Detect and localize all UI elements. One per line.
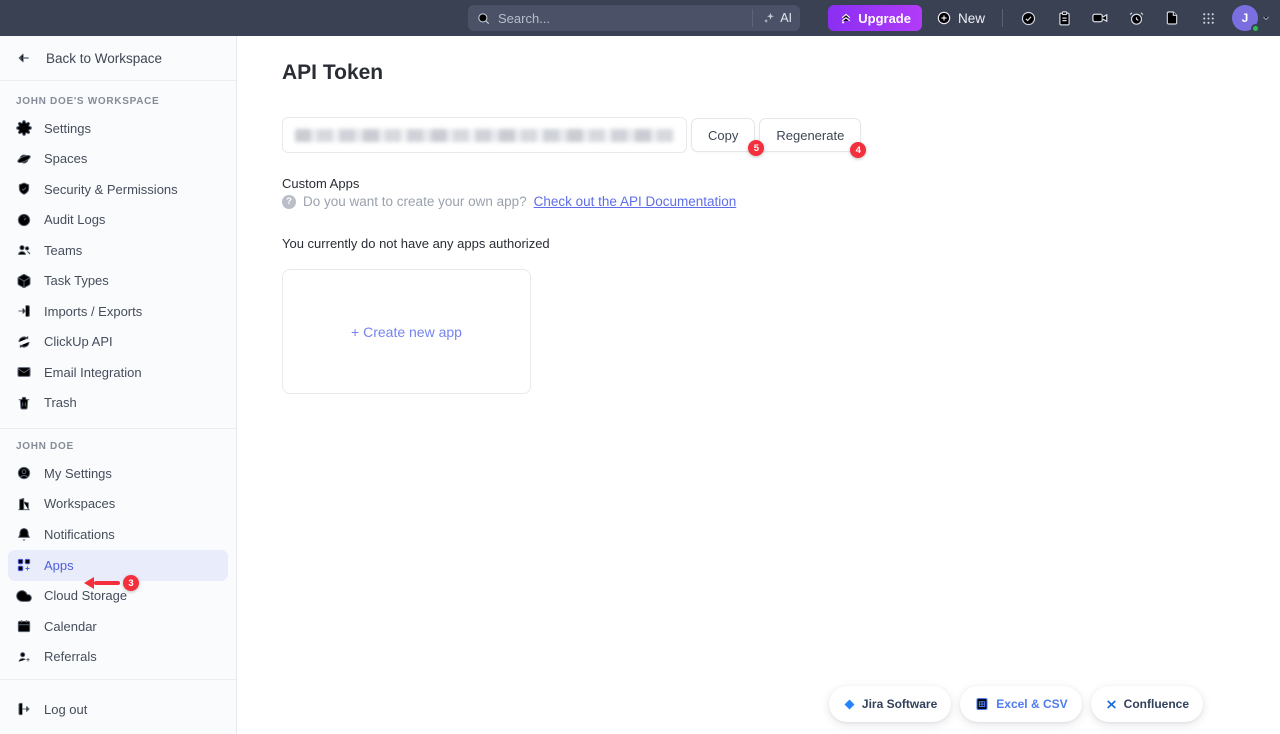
excel-csv-button[interactable]: Excel & CSV xyxy=(960,686,1081,722)
calendar-icon xyxy=(16,618,32,634)
custom-apps-heading: Custom Apps xyxy=(282,176,359,191)
annotation-arrow-line xyxy=(94,581,120,585)
sidebar-item-workspaces[interactable]: Workspaces xyxy=(0,489,236,520)
people-icon xyxy=(16,242,32,258)
settings-sidebar: Back to Workspace JOHN DOE'S WORKSPACE S… xyxy=(0,36,237,734)
buildings-icon xyxy=(16,496,32,512)
cloud-icon xyxy=(16,588,32,604)
annotation-arrow-apps: 3 xyxy=(84,575,139,591)
upgrade-label: Upgrade xyxy=(858,11,911,26)
sidebar-item-email-integration[interactable]: Email Integration xyxy=(0,357,236,388)
check-circle-icon[interactable] xyxy=(1014,4,1042,32)
excel-icon xyxy=(974,696,990,712)
api-documentation-link[interactable]: Check out the API Documentation xyxy=(534,194,737,209)
avatar[interactable]: J xyxy=(1232,5,1258,31)
custom-apps-help-line: ? Do you want to create your own app? Ch… xyxy=(282,194,736,209)
upgrade-button[interactable]: Upgrade xyxy=(828,5,922,31)
sidebar-item-referrals[interactable]: Referrals xyxy=(0,642,236,673)
new-label: New xyxy=(958,11,985,26)
ai-button[interactable]: AI xyxy=(752,9,792,27)
create-new-app-button[interactable]: + Create new app xyxy=(282,269,531,394)
search-icon xyxy=(476,11,491,26)
trash-icon xyxy=(16,395,32,411)
cube-icon xyxy=(16,273,32,289)
sync-api-icon xyxy=(16,334,32,350)
sidebar-item-trash[interactable]: Trash xyxy=(0,388,236,419)
logout-icon xyxy=(16,701,32,717)
annotation-badge-4: 4 xyxy=(850,142,866,158)
confluence-button[interactable]: Confluence xyxy=(1091,686,1203,722)
plus-circle-icon xyxy=(936,10,952,26)
account-menu[interactable]: J xyxy=(1232,5,1272,31)
sidebar-item-task-types[interactable]: Task Types xyxy=(0,266,236,297)
bell-icon xyxy=(16,526,32,542)
page-title: API Token xyxy=(282,61,383,85)
arrow-left-icon xyxy=(16,50,32,66)
user-circle-icon xyxy=(16,465,32,481)
sidebar-divider xyxy=(0,428,236,429)
avatar-initial: J xyxy=(1242,11,1249,25)
doc-icon[interactable] xyxy=(1158,4,1186,32)
global-search-bar[interactable]: AI xyxy=(468,5,800,31)
apps-plus-icon xyxy=(16,557,32,573)
sidebar-item-my-settings[interactable]: My Settings xyxy=(0,458,236,489)
api-token-page: API Token Copy 5 Regenerate 4 Custom App… xyxy=(237,36,1280,734)
sidebar-item-settings[interactable]: Settings xyxy=(0,113,236,144)
api-token-field[interactable] xyxy=(282,117,687,153)
logout-button[interactable]: Log out xyxy=(0,690,236,728)
search-input[interactable] xyxy=(498,11,752,26)
regenerate-token-button[interactable]: Regenerate 4 xyxy=(759,118,861,152)
sidebar-item-calendar[interactable]: Calendar xyxy=(0,611,236,642)
workspace-section-header: JOHN DOE'S WORKSPACE xyxy=(0,81,236,113)
sidebar-item-imports-exports[interactable]: Imports / Exports xyxy=(0,296,236,327)
alarm-icon[interactable] xyxy=(1122,4,1150,32)
gauge-clock-icon xyxy=(16,212,32,228)
online-status-dot xyxy=(1251,24,1260,33)
envelope-icon xyxy=(16,364,32,380)
video-icon[interactable] xyxy=(1086,4,1114,32)
sidebar-item-audit-logs[interactable]: Audit Logs xyxy=(0,205,236,236)
planet-icon xyxy=(16,151,32,167)
shield-check-icon xyxy=(16,181,32,197)
confluence-icon xyxy=(1105,698,1118,711)
topbar-divider xyxy=(1002,9,1003,27)
clickup-logo-icon[interactable] xyxy=(0,8,40,28)
help-icon: ? xyxy=(282,195,296,209)
sparkle-icon xyxy=(762,11,776,25)
upgrade-icon xyxy=(839,11,853,25)
top-navigation-bar: AI Upgrade New J xyxy=(0,0,1280,36)
sidebar-item-spaces[interactable]: Spaces xyxy=(0,144,236,175)
clipboard-icon[interactable] xyxy=(1050,4,1078,32)
jira-icon xyxy=(843,698,856,711)
copy-token-button[interactable]: Copy 5 xyxy=(691,118,755,152)
sidebar-item-teams[interactable]: Teams xyxy=(0,235,236,266)
sidebar-item-security-permissions[interactable]: Security & Permissions xyxy=(0,174,236,205)
annotation-arrow-head xyxy=(84,577,94,589)
sidebar-item-notifications[interactable]: Notifications xyxy=(0,519,236,550)
ai-label: AI xyxy=(780,11,792,25)
sidebar-divider xyxy=(0,679,236,680)
annotation-badge-5: 5 xyxy=(748,140,764,156)
back-label: Back to Workspace xyxy=(46,51,162,66)
jira-software-button[interactable]: Jira Software xyxy=(829,686,951,722)
integration-shortcuts: Jira Software Excel & CSV Confluence xyxy=(829,686,1203,722)
chevron-down-icon xyxy=(1260,12,1272,24)
no-apps-message: You currently do not have any apps autho… xyxy=(282,236,550,251)
user-plus-icon xyxy=(16,649,32,665)
annotation-badge-3: 3 xyxy=(123,575,139,591)
gear-icon xyxy=(16,120,32,136)
user-section-header: JOHN DOE xyxy=(0,439,236,458)
import-export-icon xyxy=(16,303,32,319)
redacted-token-value xyxy=(295,129,674,142)
back-to-workspace[interactable]: Back to Workspace xyxy=(0,36,236,81)
sidebar-item-clickup-api[interactable]: ClickUp API xyxy=(0,327,236,358)
token-row: Copy 5 Regenerate 4 xyxy=(282,117,861,153)
apps-grid-icon[interactable] xyxy=(1194,4,1222,32)
help-text: Do you want to create your own app? xyxy=(303,194,527,209)
new-button[interactable]: New xyxy=(930,10,991,26)
